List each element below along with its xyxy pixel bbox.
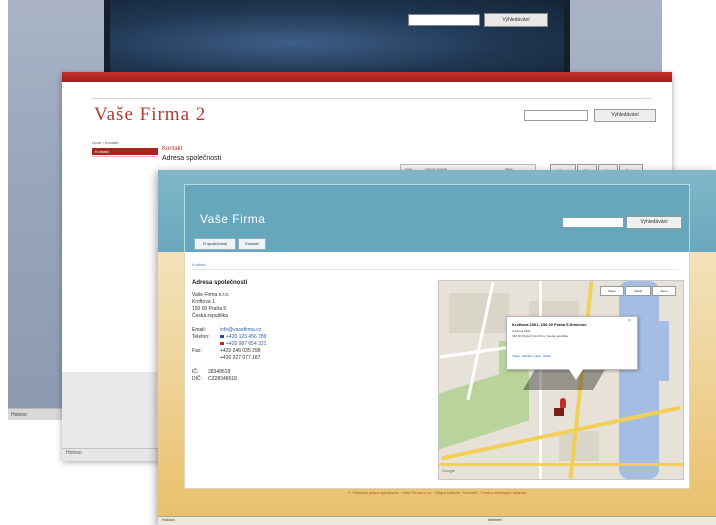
email-link[interactable]: info@vasefirma.cz <box>220 327 261 333</box>
middle-search-input[interactable] <box>524 110 588 121</box>
address-line: Kroftova 1 <box>192 299 215 305</box>
back-window-header-edge <box>104 0 110 72</box>
divider <box>92 156 158 157</box>
middle-sidebar-item-active[interactable]: Kontakt <box>92 148 158 155</box>
ic-value: 28348618 <box>208 369 231 375</box>
skype-icon <box>220 335 224 338</box>
map-type-controls: Mapa Satelit Terén <box>600 286 678 296</box>
map-building-icon <box>554 408 564 416</box>
phone-label: Telefon: <box>192 334 210 340</box>
map-popup-line: Kroftova 2361 <box>512 329 531 333</box>
back-search-button[interactable]: Vyhledávání <box>484 13 548 27</box>
map-city-block <box>449 293 509 333</box>
dic-value: CZ28348618 <box>208 376 237 382</box>
middle-page-heading: Adresa společnosti <box>162 155 222 162</box>
back-window-header <box>108 0 568 72</box>
front-status-zone: Internet <box>488 517 502 522</box>
map-type-button[interactable]: Terén <box>652 286 676 296</box>
nav-tab-about[interactable]: O společnosti <box>194 238 236 250</box>
close-icon[interactable]: × <box>628 318 631 324</box>
map-type-button[interactable]: Mapa <box>600 286 624 296</box>
middle-section-label: Kontakt <box>162 146 183 152</box>
address-line: 150 00 Praha 5 <box>192 306 227 312</box>
middle-search-button[interactable]: Vyhledávání <box>594 109 656 122</box>
nav-tab-contact[interactable]: Kontakt <box>238 238 266 250</box>
front-status-bar <box>158 516 716 525</box>
divider <box>192 269 678 270</box>
map-popup-line: 150 00 Praha 5-Smíchov, Česká republika <box>512 334 569 338</box>
middle-site-title[interactable]: Vaše Firma 2 <box>94 104 206 126</box>
map-attribution: Google <box>442 468 455 473</box>
map-city-block <box>559 431 599 461</box>
address-line: Česká republika <box>192 313 228 319</box>
front-search-input[interactable] <box>562 217 624 228</box>
map-popup-tail <box>568 368 584 380</box>
map-popup-title: Kroftova 2361, 150 00 Praha 5-Smíchov <box>512 322 587 327</box>
skype-icon <box>220 342 224 345</box>
middle-status-text: Hotovo <box>66 450 82 456</box>
back-window-header-edge <box>564 0 570 72</box>
email-label: Email: <box>192 327 206 333</box>
map-popup-links[interactable]: Trasa · Hledat v okolí · Uložit <box>512 354 551 358</box>
phone-link[interactable]: +420 987 654 321 <box>226 341 266 347</box>
middle-sidebar-shade <box>62 372 157 452</box>
front-footer: © Všechna práva vyhrazena · Vaše Firma s… <box>348 490 526 495</box>
fax-value: +420 246 035 298 <box>220 348 261 354</box>
front-status-text: Hotovo <box>162 517 175 522</box>
map-marker-icon[interactable] <box>560 398 566 408</box>
fax-label: Fax: <box>192 348 202 354</box>
content-heading: Adresa společnosti <box>192 280 248 286</box>
front-search-button[interactable]: Vyhledávání <box>626 216 682 229</box>
front-breadcrumb[interactable]: Kontakt <box>192 262 206 267</box>
front-window: Vaše Firma Vyhledávání O společnosti Kon… <box>158 170 716 525</box>
map-river <box>639 321 669 381</box>
address-line: Vaše Firma s.r.o. <box>192 292 230 298</box>
map-main-road <box>439 463 683 466</box>
map-type-button[interactable]: Satelit <box>625 286 651 296</box>
front-site-title[interactable]: Vaše Firma <box>200 212 265 226</box>
back-search-input[interactable] <box>408 14 480 26</box>
divider <box>92 98 652 99</box>
dic-label: DIČ: <box>192 376 202 382</box>
middle-window-top-bar <box>62 72 672 82</box>
phone-link[interactable]: +420 123 456 789 <box>226 334 266 340</box>
ic-label: IČ: <box>192 369 199 375</box>
fax-value: +420 227 077 187 <box>220 355 261 361</box>
middle-breadcrumb[interactable]: Úvod › Kontakt <box>92 140 118 145</box>
